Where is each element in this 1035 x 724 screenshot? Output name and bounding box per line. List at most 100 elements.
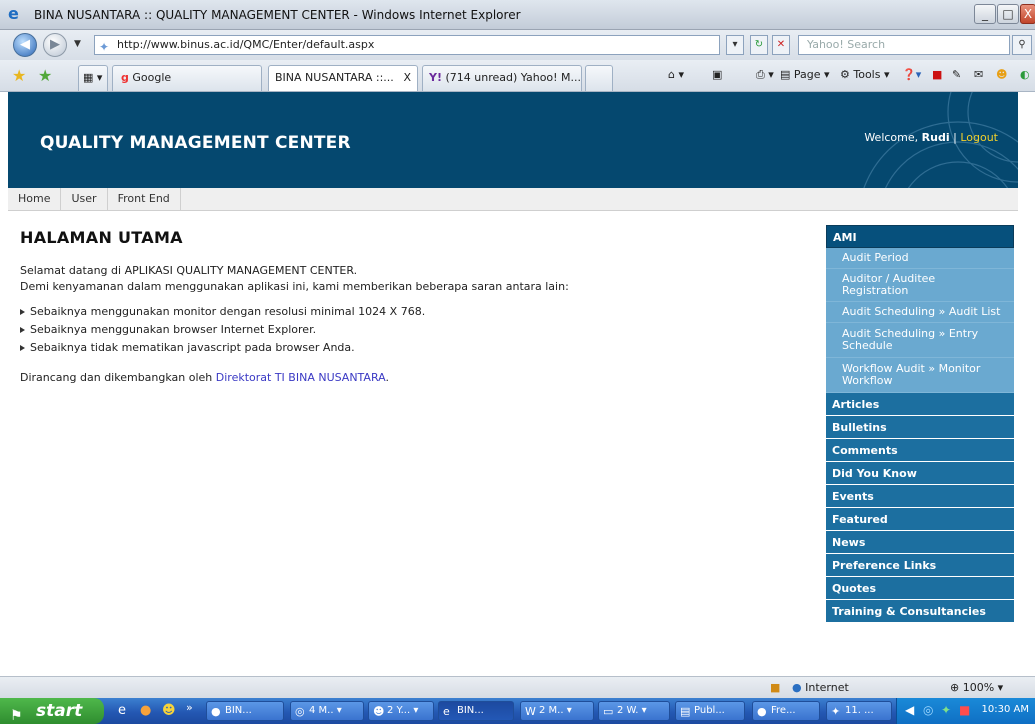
sidebar-item-audit-period[interactable]: Audit Period: [826, 248, 1014, 269]
quick-tabs-button[interactable]: ▦ ▾: [78, 65, 108, 91]
tip-item: Sebaiknya menggunakan monitor dengan res…: [20, 303, 810, 321]
window-title: BINA NUSANTARA :: QUALITY MANAGEMENT CEN…: [34, 8, 521, 22]
tray-antivirus-icon[interactable]: ■: [959, 703, 970, 717]
firefox-icon: ●: [211, 705, 221, 718]
ie-taskbar-icon: e: [443, 705, 450, 718]
close-button[interactable]: X: [1020, 4, 1035, 24]
sidebar-item-audit-list[interactable]: Audit Scheduling » Audit List: [826, 302, 1014, 323]
taskbar-item-11[interactable]: ✦ 11. ...: [826, 701, 892, 721]
menu-user[interactable]: User: [61, 188, 108, 210]
sidebar-section-ami[interactable]: AMI: [826, 225, 1014, 248]
tab-bina-nusantara[interactable]: BINA NUSANTARA ::... X: [268, 65, 418, 91]
tab-close-icon[interactable]: X: [403, 66, 411, 90]
toolbar-extra-icon[interactable]: ◐: [1020, 68, 1030, 81]
address-input[interactable]: ✦ http://www.binus.ac.id/QMC/Enter/defau…: [94, 35, 720, 55]
taskbar-item-folder[interactable]: ▭ 2 W. ▾: [598, 701, 670, 721]
taskbar-item-bin-1[interactable]: ● BIN...: [206, 701, 284, 721]
minimize-button[interactable]: _: [974, 4, 996, 24]
system-tray: ◀ ◎ ✦ ■ 10:30 AM: [896, 698, 1035, 724]
quicklaunch-firefox-icon[interactable]: ●: [140, 703, 151, 718]
taskbar-item-bin-ie[interactable]: e BIN...: [438, 701, 514, 721]
sidebar-section-featured[interactable]: Featured: [826, 508, 1014, 531]
sidebar-section-training[interactable]: Training & Consultancies: [826, 600, 1014, 623]
sidebar-section-bulletins[interactable]: Bulletins: [826, 416, 1014, 439]
refresh-button[interactable]: ↻: [750, 35, 768, 55]
feeds-icon[interactable]: ▣: [712, 68, 722, 81]
username: Rudi: [921, 131, 950, 144]
sidebar-section-comments[interactable]: Comments: [826, 439, 1014, 462]
print-icon[interactable]: ⎙ ▾: [756, 68, 774, 82]
history-dropdown-icon[interactable]: ▼: [74, 39, 81, 49]
back-button[interactable]: ◀: [13, 33, 37, 57]
internet-explorer-icon: e: [8, 4, 19, 23]
taskbar-item-mail[interactable]: ◎ 4 M.. ▾: [290, 701, 364, 721]
tray-messenger-icon[interactable]: ✦: [941, 703, 951, 717]
browser-window: e BINA NUSANTARA :: QUALITY MANAGEMENT C…: [0, 0, 1035, 724]
addon-k-icon[interactable]: ■: [932, 68, 942, 81]
smiley-icon[interactable]: ☻: [996, 68, 1007, 81]
forward-button[interactable]: ▶: [43, 33, 67, 57]
stop-button[interactable]: ✕: [772, 35, 790, 55]
web-page: QUALITY MANAGEMENT CENTER Welcome, Rudi …: [8, 92, 1018, 676]
zoom-level[interactable]: ⊕ 100% ▾: [950, 681, 1003, 694]
tools-menu[interactable]: ⚙ Tools ▾: [840, 68, 890, 81]
sidebar-item-monitor-workflow[interactable]: Workflow Audit » Monitor Workflow: [826, 358, 1014, 393]
top-menu: Home User Front End: [8, 188, 1018, 211]
add-favorites-icon[interactable]: ★: [38, 66, 52, 85]
tray-arrow-icon[interactable]: ◀: [905, 703, 914, 717]
windows-flag-icon: ⚑: [10, 708, 23, 724]
main-content: HALAMAN UTAMA Selamat datang di APLIKASI…: [20, 228, 810, 384]
research-icon[interactable]: ✎: [952, 68, 961, 81]
status-bar: ■ ● Internet ⊕ 100% ▾: [0, 676, 1035, 698]
intro-line-2: Demi kenyamanan dalam menggunakan aplika…: [20, 280, 569, 293]
page-menu[interactable]: ▤ Page ▾: [780, 68, 830, 81]
tray-network-icon[interactable]: ◎: [923, 703, 933, 717]
menu-home[interactable]: Home: [8, 188, 62, 210]
sidebar-section-preference-links[interactable]: Preference Links: [826, 554, 1014, 577]
tab-bar: ★ ★ ▦ ▾ g Google BINA NUSANTARA ::... X …: [0, 60, 1035, 92]
title-bar: e BINA NUSANTARA :: QUALITY MANAGEMENT C…: [0, 0, 1035, 30]
app-icon: ●: [757, 705, 767, 718]
quicklaunch-messenger-icon[interactable]: ☻: [162, 703, 176, 718]
taskbar-item-publisher[interactable]: ▤ Publ...: [675, 701, 745, 721]
sidebar-section-events[interactable]: Events: [826, 485, 1014, 508]
welcome-text: Welcome, Rudi | Logout: [864, 131, 998, 144]
sidebar-section-news[interactable]: News: [826, 531, 1014, 554]
tab-yahoo-mail[interactable]: Y! (714 unread) Yahoo! M...: [422, 65, 582, 91]
tips-list: Sebaiknya menggunakan monitor dengan res…: [20, 303, 810, 357]
help-icon[interactable]: ❓▾: [902, 68, 921, 81]
quicklaunch-more-icon[interactable]: »: [186, 701, 193, 714]
favorites-star-icon[interactable]: ★: [12, 66, 26, 85]
logout-link[interactable]: Logout: [960, 131, 998, 144]
sidebar-item-auditor-registration[interactable]: Auditor / Auditee Registration: [826, 269, 1014, 302]
tab-google[interactable]: g Google: [112, 65, 262, 91]
address-dropdown-button[interactable]: ▾: [726, 35, 744, 55]
quicklaunch-ie-icon[interactable]: e: [118, 703, 126, 718]
zoom-icon: ⊕: [950, 681, 960, 694]
sidebar-section-articles[interactable]: Articles: [826, 393, 1014, 416]
new-tab-button[interactable]: [585, 65, 613, 91]
taskbar-item-free[interactable]: ● Fre...: [752, 701, 820, 721]
search-input[interactable]: Yahoo! Search: [798, 35, 1010, 55]
search-icon[interactable]: ⚲: [1012, 35, 1032, 55]
credit-link[interactable]: Direktorat TI BINA NUSANTARA: [216, 371, 386, 384]
address-url: http://www.binus.ac.id/QMC/Enter/default…: [117, 38, 375, 51]
publisher-icon: ▤: [680, 705, 691, 718]
start-button[interactable]: ⚑ start: [0, 698, 104, 724]
sidebar-section-quotes[interactable]: Quotes: [826, 577, 1014, 600]
browser-icon: ✦: [831, 705, 841, 718]
home-icon[interactable]: ⌂ ▾: [668, 68, 684, 81]
site-title: QUALITY MANAGEMENT CENTER: [40, 133, 351, 153]
address-toolbar: ◀ ▶ ▼ ✦ http://www.binus.ac.id/QMC/Enter…: [0, 30, 1035, 60]
taskbar-item-word[interactable]: W2 M.. ▾: [520, 701, 594, 721]
sidebar-section-did-you-know[interactable]: Did You Know: [826, 462, 1014, 485]
site-header: QUALITY MANAGEMENT CENTER Welcome, Rudi …: [8, 92, 1018, 188]
sidebar-item-entry-schedule[interactable]: Audit Scheduling » Entry Schedule: [826, 323, 1014, 358]
menu-front-end[interactable]: Front End: [108, 188, 181, 210]
yahoo-messenger-icon: ☻: [373, 705, 385, 718]
taskbar-item-yahoo[interactable]: ☻ 2 Y... ▾: [368, 701, 434, 721]
internet-zone[interactable]: ● Internet: [792, 681, 849, 694]
restore-button[interactable]: □: [997, 4, 1019, 24]
messenger-icon[interactable]: ✉: [974, 68, 983, 81]
page-scrollbar[interactable]: [1018, 92, 1035, 676]
